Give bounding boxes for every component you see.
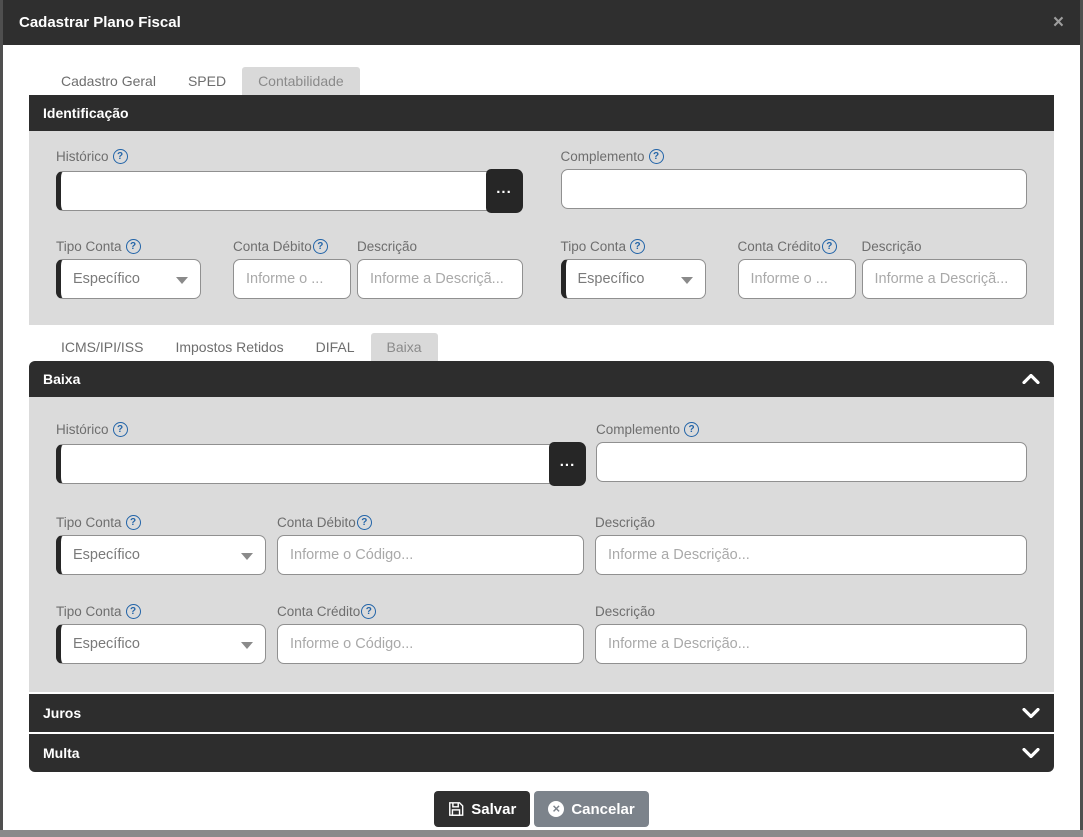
chevron-down-icon[interactable] [1022, 748, 1040, 758]
modal-titlebar: Cadastrar Plano Fiscal × [3, 0, 1080, 45]
descricao-label: Descrição [357, 239, 418, 254]
tab-baixa[interactable]: Baixa [370, 333, 438, 361]
baixa-conta-credito-input[interactable] [277, 624, 584, 664]
cancel-button[interactable]: × Cancelar [534, 791, 649, 827]
complemento-input[interactable] [560, 169, 1027, 209]
baixa-complemento-input[interactable] [596, 442, 1027, 482]
historico-label: Histórico ? [56, 149, 523, 164]
multa-header-label: Multa [43, 745, 80, 761]
tipo-conta-label: Tipo Conta ? [561, 239, 706, 254]
tipo-conta-credito-select[interactable]: Específico [560, 259, 706, 299]
tab-icms-ipi-iss[interactable]: ICMS/IPI/ISS [45, 333, 159, 361]
complemento-label: Complemento ? [596, 422, 1027, 437]
historico-input[interactable] [56, 171, 489, 211]
baixa-debito-row: Tipo Conta ? Específico Conta Débito ? I… [56, 515, 1027, 575]
identificacao-credito-group: Tipo Conta ? Específico Conta Crédito ? … [560, 239, 1027, 299]
descricao-label: Descrição [595, 604, 656, 619]
tipo-conta-debito-select[interactable]: Específico [56, 259, 201, 299]
baixa-header-label: Baixa [43, 371, 81, 387]
conta-debito-label: Conta Débito ? [233, 239, 351, 254]
baixa-historico-lookup-button[interactable]: ... [549, 442, 586, 486]
cancel-button-label: Cancelar [571, 800, 635, 818]
identificacao-panel: Identificação Histórico ? ... Complement… [29, 95, 1054, 325]
complemento-label: Complemento ? [561, 149, 1028, 164]
identificacao-header: Identificação [29, 95, 1054, 131]
help-icon[interactable]: ? [125, 239, 141, 254]
identificacao-complemento-field: Complemento ? [560, 149, 1028, 213]
tipo-conta-label: Tipo Conta ? [56, 515, 266, 530]
help-icon[interactable]: ? [648, 149, 664, 164]
descricao-debito-input[interactable] [357, 259, 523, 299]
baixa-conta-debito-input[interactable] [277, 535, 584, 575]
conta-credito-label: Conta Crédito ? [277, 604, 584, 619]
baixa-accordion: Baixa Histórico ? ... Complemento ? Tipo… [29, 361, 1054, 692]
juros-header[interactable]: Juros [29, 694, 1054, 732]
historico-label: Histórico ? [56, 422, 586, 437]
baixa-historico-input[interactable] [56, 444, 552, 484]
help-icon[interactable]: ? [312, 239, 328, 254]
chevron-down-icon[interactable] [1022, 708, 1040, 718]
help-icon[interactable]: ? [125, 515, 141, 530]
tab-sped[interactable]: SPED [172, 67, 242, 95]
identificacao-header-label: Identificação [43, 105, 129, 121]
identificacao-debito-group: Tipo Conta ? Específico Conta Débito ? I… [56, 239, 523, 299]
help-icon[interactable]: ? [112, 422, 128, 437]
conta-credito-input[interactable] [737, 259, 856, 299]
descricao-label: Descrição [595, 515, 656, 530]
juros-header-label: Juros [43, 705, 82, 721]
baixa-historico-field: Histórico ? ... [56, 422, 586, 486]
descricao-label: Descrição [861, 239, 922, 254]
tab-contabilidade[interactable]: Contabilidade [242, 67, 360, 95]
tipo-conta-label: Tipo Conta ? [56, 604, 266, 619]
baixa-credito-row: Tipo Conta ? Específico Conta Crédito ? … [56, 604, 1027, 664]
help-icon[interactable]: ? [684, 422, 700, 437]
baixa-complemento-field: Complemento ? [596, 422, 1027, 486]
help-icon[interactable]: ? [361, 604, 377, 619]
conta-credito-label: Conta Crédito ? [738, 239, 856, 254]
baixa-header[interactable]: Baixa [29, 361, 1054, 397]
modal-title: Cadastrar Plano Fiscal [19, 14, 181, 31]
modal-overlay: Cadastrar Plano Fiscal × Cadastro Geral … [0, 0, 1083, 837]
save-icon [448, 801, 464, 817]
descricao-credito-input[interactable] [861, 259, 1027, 299]
help-icon[interactable]: ? [356, 515, 372, 530]
sub-tabs: ICMS/IPI/ISS Impostos Retidos DIFAL Baix… [45, 333, 1054, 361]
cancel-icon: × [548, 801, 565, 817]
main-tabs: Cadastro Geral SPED Contabilidade [45, 67, 1054, 95]
page-bottom-strip [0, 830, 1083, 837]
chevron-up-icon[interactable] [1022, 374, 1040, 384]
conta-debito-label: Conta Débito ? [277, 515, 584, 530]
chevron-down-icon [176, 277, 188, 284]
chevron-down-icon [680, 277, 693, 284]
chevron-down-icon [241, 553, 253, 560]
conta-debito-input[interactable] [233, 259, 351, 299]
baixa-tipo-conta-credito-select[interactable]: Específico [56, 624, 266, 664]
modal-body: Cadastro Geral SPED Contabilidade Identi… [3, 45, 1080, 827]
save-button-label: Salvar [471, 800, 517, 818]
tipo-conta-label: Tipo Conta ? [56, 239, 201, 254]
help-icon[interactable]: ? [821, 239, 837, 254]
modal-footer: Salvar × Cancelar [29, 791, 1054, 827]
close-icon[interactable]: × [1053, 13, 1064, 32]
multa-header[interactable]: Multa [29, 734, 1054, 772]
chevron-down-icon [241, 642, 253, 649]
tab-impostos-retidos[interactable]: Impostos Retidos [159, 333, 299, 361]
cadastrar-plano-fiscal-modal: Cadastrar Plano Fiscal × Cadastro Geral … [3, 0, 1080, 830]
baixa-descricao-credito-input[interactable] [595, 624, 1027, 664]
historico-lookup-button[interactable]: ... [485, 169, 523, 213]
help-icon[interactable]: ? [125, 604, 141, 619]
tab-cadastro-geral[interactable]: Cadastro Geral [45, 67, 172, 95]
help-icon[interactable]: ? [112, 149, 128, 164]
baixa-tipo-conta-debito-select[interactable]: Específico [56, 535, 266, 575]
identificacao-body: Histórico ? ... Complemento ? Tipo Conta… [29, 131, 1054, 325]
tab-difal[interactable]: DIFAL [300, 333, 371, 361]
baixa-body: Histórico ? ... Complemento ? Tipo Conta… [29, 397, 1054, 692]
baixa-descricao-debito-input[interactable] [595, 535, 1027, 575]
save-button[interactable]: Salvar [434, 791, 531, 827]
help-icon[interactable]: ? [630, 239, 646, 254]
identificacao-historico-field: Histórico ? ... [56, 149, 523, 213]
